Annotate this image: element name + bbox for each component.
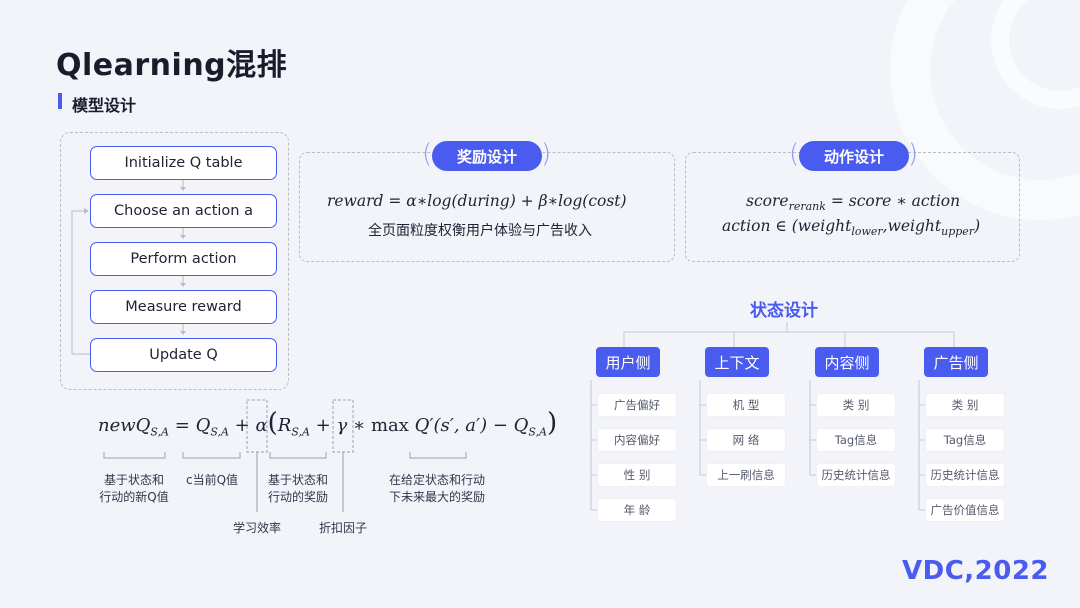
vdc-logo: VDC,2022 [902, 556, 1050, 586]
state-tag: 历史统计信息 [816, 463, 896, 487]
section-accent-bar [58, 93, 62, 109]
state-tag: 网 络 [706, 428, 786, 452]
label-new-q: 基于状态和 行动的新Q值 [99, 473, 169, 504]
state-category-context: 上下文 [705, 347, 769, 377]
bellman-equation: newQS,A = QS,A + α(RS,A + γ ∗ max Q′(s′,… [98, 408, 558, 439]
state-tag: 年 龄 [597, 498, 677, 522]
score-formula: scorererank = score ∗ action [746, 192, 961, 214]
state-design-title: 状态设计 [750, 301, 818, 321]
state-tag: 类 别 [816, 393, 896, 417]
state-tag: 广告价值信息 [925, 498, 1005, 522]
state-tag: 类 别 [925, 393, 1005, 417]
action-range-formula: action ∈ (weightlower,weightupper) [722, 217, 981, 239]
action-pill-bracket-right: ) [908, 139, 919, 169]
state-tag: 历史统计信息 [925, 463, 1005, 487]
state-category-user: 用户侧 [596, 347, 660, 377]
reward-description: 全页面粒度权衡用户体验与广告收入 [368, 223, 592, 239]
state-tag: 内容偏好 [597, 428, 677, 452]
label-reward: 基于状态和 行动的奖励 [267, 473, 328, 504]
label-future-reward: 在给定状态和行动 下未来最大的奖励 [388, 473, 485, 504]
flow-step-update-q: Update Q [90, 338, 277, 372]
reward-pill-bracket-right: ) [541, 139, 552, 169]
action-design-title: 动作设计 [799, 141, 909, 171]
flow-step-measure-reward: Measure reward [90, 290, 277, 324]
action-pill-bracket-left: ( [789, 139, 800, 169]
state-tag: Tag信息 [925, 428, 1005, 452]
reward-pill-bracket-left: ( [422, 139, 433, 169]
label-discount-factor: 折扣因子 [318, 521, 367, 535]
section-title: 模型设计 [72, 96, 137, 115]
flow-step-perform-action: Perform action [90, 242, 277, 276]
reward-formula: reward = α∗log(during) + β∗log(cost) [327, 192, 627, 210]
label-learning-rate: 学习效率 [232, 521, 281, 535]
state-tag: 机 型 [706, 393, 786, 417]
state-tag: 上一刷信息 [706, 463, 786, 487]
reward-design-title: 奖励设计 [432, 141, 542, 171]
state-tag: 性 别 [597, 463, 677, 487]
state-tag: 广告偏好 [597, 393, 677, 417]
state-tag: Tag信息 [816, 428, 896, 452]
state-category-ad: 广告侧 [924, 347, 988, 377]
page-title: Qlearning混排 [56, 48, 288, 83]
flow-step-choose-action: Choose an action a [90, 194, 277, 228]
state-category-content: 内容侧 [815, 347, 879, 377]
flow-step-initialize: Initialize Q table [90, 146, 277, 180]
label-current-q: c当前Q值 [185, 473, 239, 487]
